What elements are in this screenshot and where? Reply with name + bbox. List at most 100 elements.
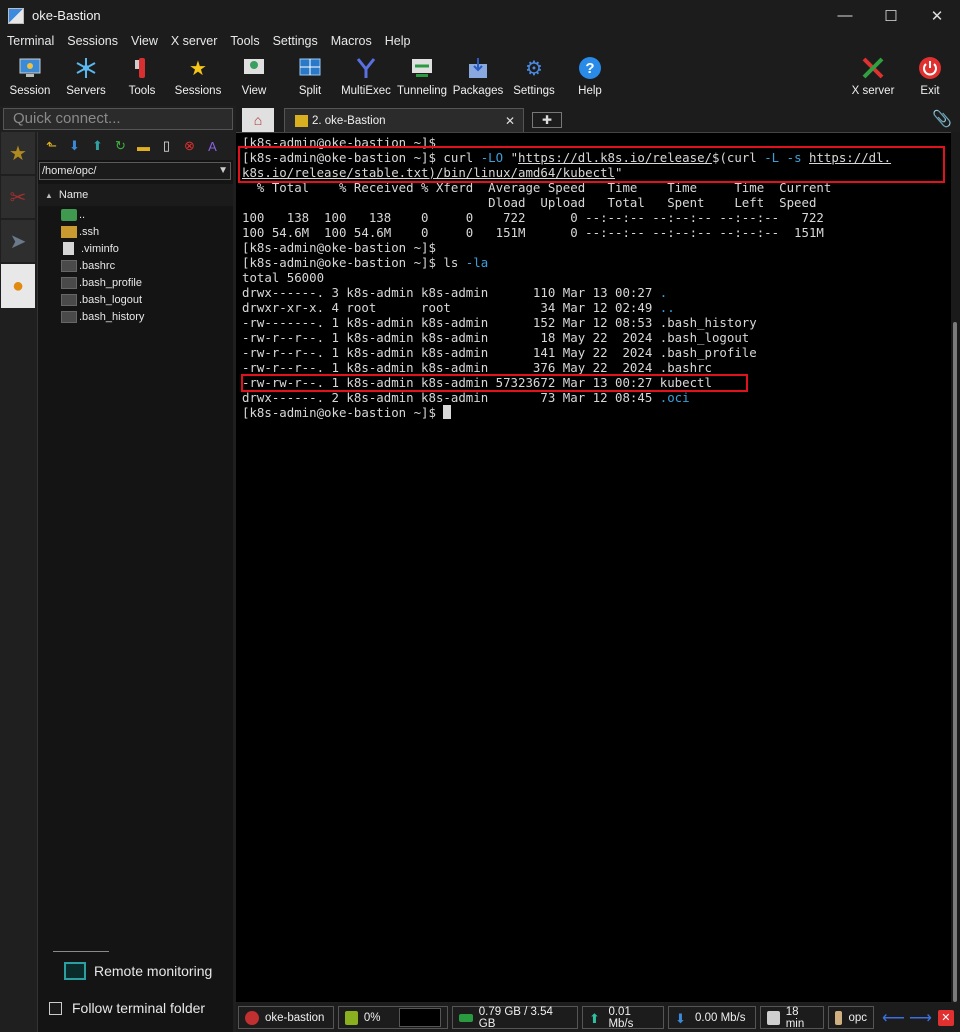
status-uptime: 18 min — [760, 1006, 824, 1030]
split-icon — [297, 55, 323, 81]
folder-icon — [61, 225, 77, 238]
svg-text:?: ? — [585, 60, 594, 77]
terminal-output[interactable]: [k8s-admin@oke-bastion ~]$ [k8s-admin@ok… — [236, 132, 951, 1002]
terminal-text: drwxr-xr-x. 4 root root 34 Mar 12 02:49 — [242, 300, 660, 315]
sftp-toolbar: ⬑ ⬇ ⬆ ↻ ▬ ▯ ⊗ A — [38, 132, 233, 160]
terminal-text: . — [659, 285, 668, 300]
sftp-sidetab[interactable]: ● — [1, 264, 35, 308]
packages-button[interactable]: Packages — [450, 51, 506, 106]
terminal-line: drwx------. 3 k8s-admin k8s-admin 110 Ma… — [242, 285, 951, 300]
menu-settings[interactable]: Settings — [273, 34, 318, 48]
star-icon: ★ — [9, 142, 27, 165]
terminal-text: -la — [465, 255, 489, 270]
split-button[interactable]: Split — [282, 51, 338, 106]
menu-macros[interactable]: Macros — [331, 34, 372, 48]
sessions-sidetab[interactable]: ★ — [1, 132, 35, 174]
terminal-text: .. — [659, 300, 675, 315]
minimize-button[interactable]: — — [822, 0, 868, 31]
xserver-button[interactable]: X server — [845, 51, 901, 106]
tunneling-button[interactable]: Tunneling — [394, 51, 450, 106]
terminal-text: drwx------. 2 k8s-admin k8s-admin 73 Mar… — [242, 390, 660, 405]
status-upload: ⬆ 0.01 Mb/s — [582, 1006, 664, 1030]
tunneling-icon — [409, 55, 435, 81]
home-tab[interactable]: ⌂ — [242, 108, 274, 132]
rename-icon[interactable]: A — [201, 136, 224, 156]
new-folder-icon[interactable]: ▬ — [132, 136, 155, 156]
file-row[interactable]: .bash_history — [38, 308, 233, 325]
terminal-text: drwx------. 3 k8s-admin k8s-admin 110 Ma… — [242, 285, 660, 300]
scrollbar-thumb[interactable] — [953, 322, 957, 1002]
quick-connect-input[interactable]: Quick connect... — [3, 108, 233, 130]
paperclip-icon[interactable]: 📎 — [932, 109, 952, 129]
sftp-globe-icon: ● — [11, 274, 25, 297]
menu-xserver[interactable]: X server — [171, 34, 218, 48]
tab-strip: ⌂ 2. oke-Bastion ✕ ✚ 📎 — [236, 106, 960, 132]
parent-dir-icon — [61, 208, 77, 221]
menu-view[interactable]: View — [131, 34, 158, 48]
terminal-scrollbar[interactable] — [951, 132, 960, 1002]
status-user: opc — [828, 1006, 874, 1029]
packages-icon — [465, 55, 491, 81]
highlight-box-curl — [238, 146, 945, 183]
view-button[interactable]: View — [226, 51, 282, 106]
menu-terminal[interactable]: Terminal — [7, 34, 54, 48]
close-tab-button[interactable]: ✕ — [505, 114, 515, 128]
servers-button[interactable]: Servers — [58, 51, 114, 106]
status-session[interactable]: oke-bastion — [238, 1006, 334, 1029]
file-row[interactable]: .bash_profile — [38, 274, 233, 291]
macros-sidetab[interactable]: ➤ — [1, 220, 35, 262]
sessions-button[interactable]: ★ Sessions — [170, 51, 226, 106]
file-row[interactable]: .. — [38, 206, 233, 223]
terminal-line: [k8s-admin@oke-bastion ~]$ ls -la — [242, 255, 951, 270]
arrow-left-icon[interactable]: ⟵ — [882, 1008, 905, 1028]
delete-icon[interactable]: ⊗ — [178, 136, 201, 156]
download-arrow-icon: ⬇ — [675, 1010, 686, 1026]
mobaxterm-logo-icon — [8, 7, 24, 24]
chevron-down-icon[interactable]: ▼ — [218, 163, 228, 179]
side-tabs: ★ ✂ ➤ ● — [1, 132, 37, 1032]
menu-bar: Terminal Sessions View X server Tools Se… — [0, 31, 960, 51]
uptime-icon — [767, 1010, 780, 1025]
session-button[interactable]: Session — [2, 51, 58, 106]
exit-button[interactable]: Exit — [902, 51, 958, 106]
close-window-button[interactable]: ✕ — [914, 0, 960, 31]
tools-button[interactable]: Tools — [114, 51, 170, 106]
parent-folder-icon[interactable]: ⬑ — [40, 136, 63, 156]
file-icon — [61, 293, 77, 306]
new-tab-button[interactable]: ✚ — [532, 112, 562, 128]
terminal-text: [k8s-admin@oke-bastion ~]$ ls — [242, 255, 466, 270]
multiexec-button[interactable]: MultiExec — [338, 51, 394, 106]
name-column-header[interactable]: ▲ Name — [38, 184, 233, 206]
sort-arrow-icon: ▲ — [45, 190, 53, 200]
highlight-box-kubectl — [241, 374, 748, 392]
menu-help[interactable]: Help — [385, 34, 411, 48]
refresh-icon[interactable]: ↻ — [109, 136, 132, 156]
file-row[interactable]: .ssh — [38, 223, 233, 240]
upload-icon[interactable]: ⬆ — [86, 136, 109, 156]
download-icon[interactable]: ⬇ — [63, 136, 86, 156]
tab-oke-bastion[interactable]: 2. oke-Bastion ✕ — [284, 108, 524, 132]
file-row[interactable]: .viminfo — [38, 240, 233, 257]
file-row[interactable]: .bashrc — [38, 257, 233, 274]
terminal-text: .oci — [659, 390, 690, 405]
help-icon: ? — [577, 55, 603, 81]
file-row[interactable]: .bash_logout — [38, 291, 233, 308]
settings-button[interactable]: ⚙ Settings — [506, 51, 562, 106]
menu-tools[interactable]: Tools — [230, 34, 259, 48]
close-session-icon[interactable]: ✕ — [937, 1009, 954, 1026]
tools-sidetab[interactable]: ✂ — [1, 176, 35, 218]
new-file-icon[interactable]: ▯ — [155, 136, 178, 156]
key-icon — [295, 114, 308, 127]
menu-sessions[interactable]: Sessions — [67, 34, 118, 48]
status-bar: oke-bastion 0% 0.79 GB / 3.54 GB ⬆ 0.01 M… — [236, 1003, 960, 1032]
help-button[interactable]: ? Help — [562, 51, 618, 106]
terminal-line: Dload Upload Total Spent Left Speed — [242, 195, 817, 210]
maximize-button[interactable]: ☐ — [868, 0, 914, 31]
sftp-panel: ⬑ ⬇ ⬆ ↻ ▬ ▯ ⊗ A /home/opc/▼ ▲ Name .. .ss… — [37, 132, 233, 1032]
follow-terminal-checkbox[interactable]: Follow terminal folder — [49, 1000, 205, 1016]
terminal-line: total 56000 — [242, 270, 325, 285]
view-icon — [241, 55, 267, 81]
remote-monitoring-button[interactable]: Remote monitoring — [64, 962, 212, 980]
path-field[interactable]: /home/opc/▼ — [39, 162, 231, 180]
arrow-right-icon[interactable]: ⟶ — [909, 1008, 932, 1028]
